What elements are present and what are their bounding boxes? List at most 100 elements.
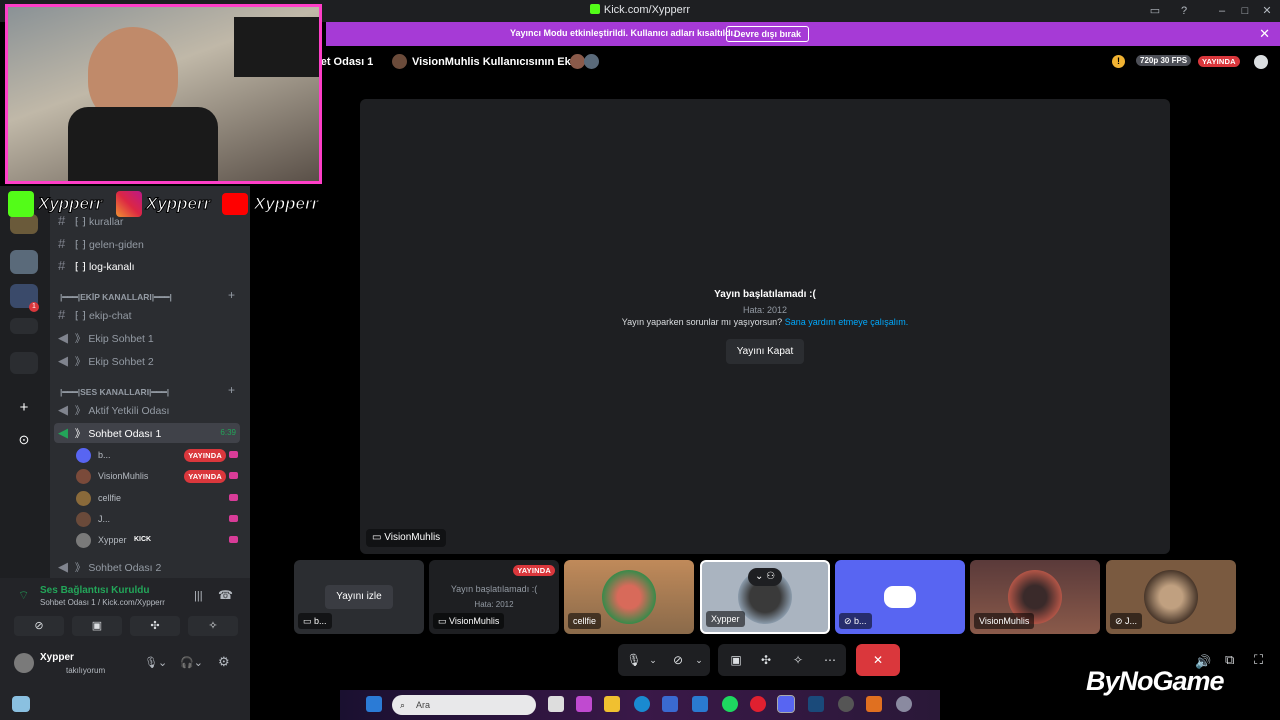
channel-ekip-chat[interactable]: # ⁅ ⁆ ekip-chat (58, 305, 132, 325)
tile-error: Yayın başlatılamadı :( (450, 584, 538, 594)
add-channel-icon[interactable]: + (228, 288, 235, 302)
taskview-icon[interactable] (548, 696, 564, 712)
stage-header: bet Odası 1 VisionMuhlis Kullanıcısının … (314, 46, 1280, 78)
microphone-icon[interactable]: 🎙⌄ (144, 656, 167, 669)
participant-tile[interactable]: ⊘ b... (835, 560, 965, 634)
chat-bubble-icon[interactable] (1254, 55, 1268, 69)
chevron-down-icon[interactable]: ⌄ (692, 644, 706, 676)
tile-name: Xypper (706, 611, 745, 627)
voice-member[interactable]: J... (76, 509, 242, 529)
help-icon[interactable]: ? (1176, 3, 1192, 19)
error-help: Yayın yaparken sorunlar mı yaşıyorsun? S… (621, 317, 909, 327)
mail-icon[interactable] (692, 696, 708, 712)
background-tv (234, 17, 319, 77)
microphone-icon[interactable]: 🎙 (626, 644, 642, 676)
chevron-down-icon[interactable]: ⌄ (646, 644, 660, 676)
cast-icon[interactable]: ▭ (1147, 3, 1163, 19)
notification-badge: 1 (29, 302, 39, 312)
add-server-icon[interactable]: + (14, 398, 34, 418)
maximize-button[interactable]: □ (1237, 3, 1253, 19)
add-channel-icon[interactable]: + (228, 383, 235, 397)
activities-icon[interactable]: ✣ (758, 644, 774, 676)
participant-tile[interactable]: cellfie (564, 560, 694, 634)
spotify-icon[interactable] (722, 696, 738, 712)
more-icon[interactable]: ⋯ (822, 644, 838, 676)
app-icon[interactable] (838, 696, 854, 712)
close-banner-icon[interactable]: ✕ (1259, 26, 1270, 42)
opera-icon[interactable] (750, 696, 766, 712)
weather-icon[interactable] (12, 696, 30, 712)
explore-icon[interactable]: ⊙ (14, 430, 34, 450)
screen-share-icon[interactable]: ▣ (728, 644, 744, 676)
tile-menu-icon[interactable]: ⌄ ⚇ (748, 568, 782, 586)
watch-stream-button[interactable]: Yayını izle (325, 585, 393, 609)
headphones-icon[interactable]: 🎧⌄ (180, 656, 203, 669)
voice-member[interactable]: b... YAYINDA (76, 445, 242, 465)
participant-tile[interactable]: ⊘ J... (1106, 560, 1236, 634)
disconnect-icon[interactable]: ☎ (218, 588, 233, 602)
channel-sohbet-odasi-2[interactable]: ◀ 》 Sohbet Odası 2 (58, 557, 161, 577)
leave-call-button[interactable]: ✕ (856, 644, 900, 676)
folder-icon[interactable] (604, 696, 620, 712)
popout-icon[interactable]: ⧉ (1225, 652, 1234, 668)
app-icon[interactable] (866, 696, 882, 712)
tile-name: ▭ VisionMuhlis (433, 613, 505, 629)
channel-ekip-sohbet-2[interactable]: ◀ 》 Ekip Sohbet 2 (58, 351, 154, 371)
bynogame-watermark: ByNoGame (1086, 666, 1225, 696)
disable-streamer-mode-button[interactable]: Devre dışı bırak (726, 26, 810, 42)
help-link[interactable]: Sana yardım etmeye çalışalım. (785, 317, 909, 327)
windows-start-icon[interactable] (366, 696, 382, 712)
participant-tile[interactable]: VisionMuhlis (970, 560, 1100, 634)
call-timer: 6:39 (220, 428, 236, 437)
camera-off-icon[interactable]: ⊘ (670, 644, 686, 676)
stream-icon (229, 472, 238, 479)
activities-icon[interactable]: ✣ (130, 616, 180, 636)
noise-icon[interactable]: ||| (194, 590, 203, 602)
camera-off-icon[interactable]: ⊘ (14, 616, 64, 636)
participant-tile[interactable]: Yayını izle ▭ b... (294, 560, 424, 634)
close-button[interactable]: ✕ (1259, 3, 1275, 19)
avatar[interactable] (14, 653, 34, 673)
steam-icon[interactable] (808, 696, 824, 712)
user-status: takılıyorum (66, 666, 106, 675)
screen-share-icon[interactable]: ▣ (72, 616, 122, 636)
voice-channel-name[interactable]: bet Odası 1 (314, 56, 373, 68)
avatar (76, 469, 91, 484)
settings-gear-icon[interactable]: ⚙ (218, 654, 230, 670)
app-icon[interactable] (576, 696, 592, 712)
channel-aktif-yetkili[interactable]: ◀ 》 Aktif Yetkili Odası (58, 400, 169, 420)
kick-icon (589, 4, 600, 14)
participant-tile[interactable]: YAYINDA Yayın başlatılamadı :( Hata: 201… (429, 560, 559, 634)
minimize-button[interactable]: – (1214, 3, 1230, 19)
stop-stream-button[interactable]: Yayını Kapat (726, 339, 804, 364)
server-icon[interactable] (10, 250, 38, 274)
taskbar-search[interactable]: ⌕ Ara (392, 695, 536, 715)
soundboard-icon[interactable]: ✧ (790, 644, 806, 676)
warning-icon[interactable]: ! (1112, 55, 1125, 68)
avatar (76, 491, 91, 506)
channel-log-kanali[interactable]: # ⁅ ⁆ log-kanalı (58, 256, 134, 276)
taskbar: ⌕ Ara (340, 690, 940, 720)
stream-icon (229, 451, 238, 458)
edge-icon[interactable] (634, 696, 650, 712)
settings-icon[interactable] (896, 696, 912, 712)
fullscreen-icon[interactable]: ⛶ (1254, 652, 1263, 668)
category-team[interactable]: |━━━|EKİP KANALLARI|━━━| (60, 292, 172, 303)
discord-icon[interactable] (777, 695, 795, 713)
store-icon[interactable] (662, 696, 678, 712)
username[interactable]: Xypper (40, 652, 74, 663)
participant-tile[interactable]: ⌄ ⚇ Xypper (700, 560, 830, 634)
voice-member[interactable]: Xypper KICK (76, 530, 242, 550)
server-icon[interactable] (10, 352, 38, 374)
server-icon[interactable] (10, 318, 38, 334)
category-voice[interactable]: |━━━|SES KANALLARI|━━━| (60, 387, 169, 398)
channel-sohbet-odasi-1[interactable]: ◀ 》 Sohbet Odası 1 6:39 (54, 423, 240, 443)
soundboard-icon[interactable]: ✧ (188, 616, 238, 636)
channel-gelen-giden[interactable]: # ⁅ ⁆ gelen-giden (58, 234, 144, 254)
voice-member[interactable]: cellfie (76, 488, 242, 508)
youtube-handle: Xypperr (253, 194, 319, 214)
voice-status[interactable]: Ses Bağlantısı Kuruldu (40, 585, 149, 596)
voice-member[interactable]: VisionMuhlis YAYINDA (76, 466, 242, 486)
voice-location[interactable]: Sohbet Odası 1 / Kick.com/Xypperr (40, 598, 165, 607)
channel-ekip-sohbet-1[interactable]: ◀ 》 Ekip Sohbet 1 (58, 328, 154, 348)
